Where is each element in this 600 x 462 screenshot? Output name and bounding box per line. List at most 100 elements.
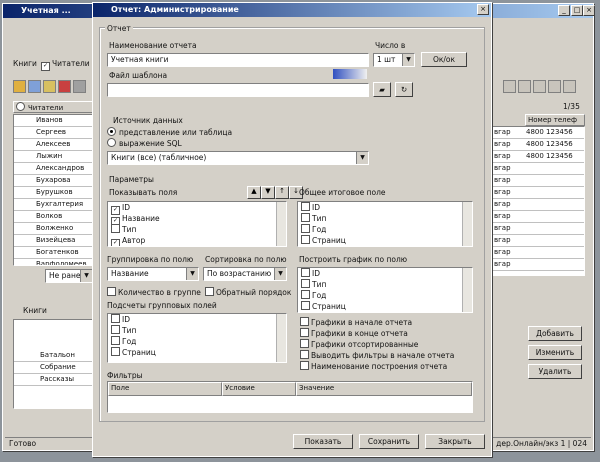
- edit-icon[interactable]: [28, 80, 41, 93]
- list-item[interactable]: Страниц: [298, 301, 472, 312]
- list-item[interactable]: Бухарова: [14, 175, 92, 187]
- checkbox[interactable]: [301, 301, 310, 310]
- list-item[interactable]: Страниц: [108, 347, 286, 358]
- group-fields-scrollbar[interactable]: [276, 314, 286, 362]
- list-item[interactable]: Лыжин: [14, 151, 92, 163]
- checkbox[interactable]: [111, 314, 120, 323]
- copy-icon[interactable]: [43, 80, 56, 93]
- bg-tab-readers[interactable]: ✓ Читатели: [41, 59, 90, 71]
- total-fields-scrollbar[interactable]: [462, 202, 472, 246]
- list-item[interactable]: Графики в начале отчета: [297, 317, 477, 328]
- list-item[interactable]: Год: [108, 336, 286, 347]
- table-row[interactable]: вгар: [492, 211, 584, 223]
- table-row[interactable]: вгар: [492, 247, 584, 259]
- source-option-table[interactable]: представление или таблица: [107, 127, 232, 137]
- checkbox[interactable]: [301, 213, 310, 222]
- table-row[interactable]: вгар 4800 123456: [492, 139, 584, 151]
- save-button[interactable]: Сохранить: [359, 434, 419, 449]
- table-row[interactable]: вгар 4800 123456: [492, 151, 584, 163]
- table-row[interactable]: Батальон: [14, 350, 92, 362]
- list-item[interactable]: Год: [298, 290, 472, 301]
- list-item[interactable]: Волженко: [14, 223, 92, 235]
- sort-select[interactable]: По возрастанию ▼: [203, 267, 287, 281]
- reverse-order-check[interactable]: [205, 287, 214, 296]
- list-item[interactable]: Сергеев: [14, 127, 92, 139]
- template-refresh-button[interactable]: ↻: [395, 82, 413, 97]
- list-item[interactable]: ID: [108, 314, 286, 325]
- list-item[interactable]: ID: [298, 202, 472, 213]
- list-item[interactable]: ✓ Название: [108, 213, 286, 226]
- table-row[interactable]: вгар 4800 123456: [492, 127, 584, 139]
- checkbox[interactable]: [300, 317, 309, 326]
- list-item[interactable]: ✓ Автор: [108, 235, 286, 246]
- list-item[interactable]: Визейцева: [14, 235, 92, 247]
- table-row[interactable]: вгар: [492, 187, 584, 199]
- move-down-icon[interactable]: ▼: [261, 186, 275, 199]
- copies-select[interactable]: 1 шт ▼: [373, 53, 415, 67]
- checkbox[interactable]: [301, 279, 310, 288]
- table-row[interactable]: вгар: [492, 235, 584, 247]
- bg-minimize-button[interactable]: _: [558, 5, 570, 16]
- checkbox[interactable]: [301, 202, 310, 211]
- list-item[interactable]: Александров: [14, 163, 92, 175]
- report-name-input[interactable]: Учетная книги: [107, 53, 369, 67]
- copies-ok-button[interactable]: Ок/ок: [421, 52, 467, 67]
- bg-edit-button[interactable]: Изменить: [528, 345, 582, 360]
- source-option-sql-radio[interactable]: [107, 138, 116, 147]
- nav-prev-icon[interactable]: [518, 80, 531, 93]
- bg-tab-books[interactable]: Книги: [13, 59, 37, 68]
- list-item[interactable]: Страниц: [298, 235, 472, 246]
- nav-first-icon[interactable]: [503, 80, 516, 93]
- checkbox[interactable]: [300, 350, 309, 359]
- list-item[interactable]: Графики отсортированные: [297, 339, 477, 350]
- source-option-table-radio[interactable]: [107, 127, 116, 136]
- list-item[interactable]: Наименование построения отчета: [297, 361, 477, 372]
- table-row[interactable]: вгар: [492, 163, 584, 175]
- bg-close-button[interactable]: ×: [583, 5, 595, 16]
- table-row[interactable]: Собрание: [14, 362, 92, 374]
- list-item[interactable]: Графики в конце отчета: [297, 328, 477, 339]
- checkbox[interactable]: [111, 347, 120, 356]
- bg-left-header-radio[interactable]: [16, 102, 25, 111]
- table-row[interactable]: вгар: [492, 223, 584, 235]
- nav-next-icon[interactable]: [533, 80, 546, 93]
- nav-extra-icon[interactable]: [563, 80, 576, 93]
- list-item[interactable]: ID: [298, 268, 472, 279]
- list-item[interactable]: Тип: [108, 224, 286, 235]
- reverse-order-checkbox[interactable]: Обратный порядок: [205, 287, 291, 297]
- bg-maximize-button[interactable]: □: [571, 5, 583, 16]
- checkbox[interactable]: [300, 328, 309, 337]
- checkbox[interactable]: [301, 268, 310, 277]
- bg-lower-tab[interactable]: Книги: [23, 306, 47, 315]
- source-combo[interactable]: Книги (все) (табличное) ▼: [107, 151, 369, 165]
- count-in-group-check[interactable]: [107, 287, 116, 296]
- nav-last-icon[interactable]: [548, 80, 561, 93]
- list-item[interactable]: Алексеев: [14, 139, 92, 151]
- checkbox[interactable]: [300, 339, 309, 348]
- show-fields-scrollbar[interactable]: [276, 202, 286, 246]
- table-row[interactable]: вгар: [492, 175, 584, 187]
- bg-left-bottom-combo[interactable]: Не ранее ▼: [45, 269, 93, 283]
- list-item[interactable]: Год: [298, 224, 472, 235]
- table-row[interactable]: Рассказы: [14, 374, 92, 386]
- list-item[interactable]: Богатенков: [14, 247, 92, 259]
- list-item[interactable]: Волков: [14, 211, 92, 223]
- link-icon[interactable]: [13, 80, 26, 93]
- checkbox[interactable]: [111, 224, 120, 233]
- list-item[interactable]: Выводить фильтры в начале отчета: [297, 350, 477, 361]
- checkbox[interactable]: ✓: [111, 239, 120, 246]
- dialog-close-button[interactable]: ×: [477, 4, 489, 15]
- close-button[interactable]: Закрыть: [425, 434, 485, 449]
- checkbox[interactable]: [111, 325, 120, 334]
- list-item[interactable]: Бурушков: [14, 187, 92, 199]
- template-input[interactable]: [107, 83, 369, 97]
- preview-button[interactable]: Показать: [293, 434, 353, 449]
- list-item[interactable]: ✓ ID: [108, 202, 286, 215]
- delete-icon[interactable]: [58, 80, 71, 93]
- group-by-select[interactable]: Название ▼: [107, 267, 199, 281]
- bg-delete-button[interactable]: Удалить: [528, 364, 582, 379]
- count-in-group-checkbox[interactable]: Количество в группе: [107, 287, 201, 297]
- table-row[interactable]: вгар: [492, 259, 584, 271]
- list-item[interactable]: Тип: [298, 213, 472, 224]
- checkbox[interactable]: [301, 290, 310, 299]
